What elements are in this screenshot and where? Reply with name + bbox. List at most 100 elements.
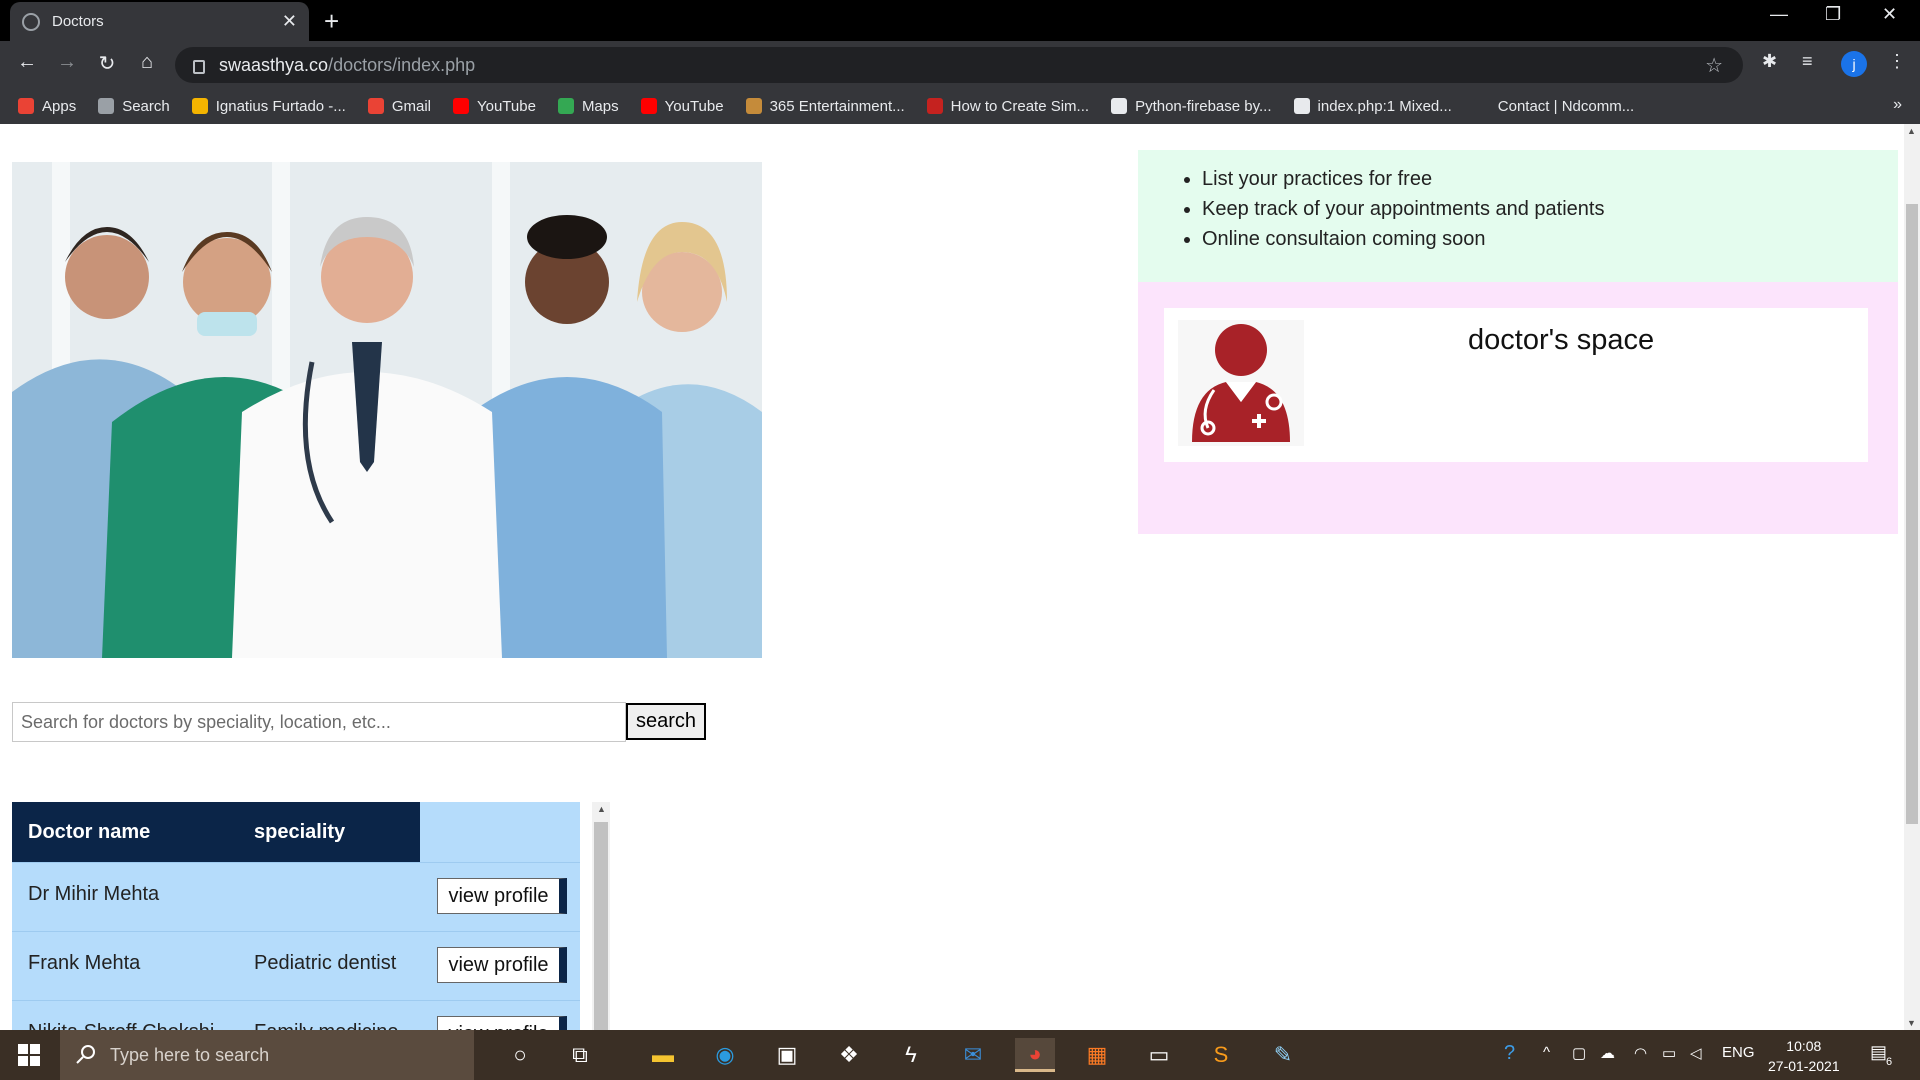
volume-icon[interactable]: ◁ [1690,1044,1702,1062]
device-icon[interactable]: ▢ [1572,1044,1586,1062]
table-header: Doctor name speciality [12,802,420,862]
doctor-search-input[interactable] [12,702,626,742]
menu-icon[interactable]: ⋮ [1888,51,1906,72]
browser-tab[interactable]: Doctors ✕ [10,2,309,41]
bookmark-star-icon[interactable]: ☆ [1705,53,1723,78]
store-icon[interactable]: ▣ [767,1038,807,1072]
scroll-up-icon[interactable]: ▲ [1907,126,1916,136]
globe-icon [1293,98,1310,114]
notifications-count: 6 [1886,1056,1893,1068]
bookmark-index-php[interactable]: index.php:1 Mixed... [1293,98,1452,115]
address-bar[interactable]: swaasthya.co/doctors/index.php ☆ [175,47,1743,83]
bookmark-maps[interactable]: Maps [557,98,619,115]
language-indicator[interactable]: ENG [1722,1044,1755,1061]
scroll-up-icon[interactable]: ▲ [597,804,606,814]
file-explorer-icon[interactable]: ▬ [643,1038,683,1072]
doctors-table: Doctor name speciality Dr Mihir Mehta vi… [12,802,580,1030]
doctor-name: Dr Mihir Mehta [28,883,160,905]
more-bookmarks-icon[interactable]: » [1893,96,1902,114]
terminal-icon[interactable]: ▭ [1139,1038,1179,1072]
bookmark-apps[interactable]: Apps [18,98,76,115]
features-panel: List your practices for free Keep track … [1138,150,1898,282]
media-control-icon[interactable]: ≡ [1802,51,1813,72]
close-window-button[interactable]: ✕ [1882,4,1897,25]
table-scrollbar[interactable]: ▲ [592,802,610,1030]
taskbar-search-box[interactable]: Type here to search [60,1030,474,1080]
chrome-icon[interactable]: ◕ [1015,1038,1055,1072]
windows-start-icon[interactable] [18,1044,40,1071]
bookmark-ignatius[interactable]: Ignatius Furtado -... [191,98,346,115]
view-profile-button[interactable]: view profile [437,947,567,983]
profile-avatar[interactable]: j [1841,51,1867,77]
windows-taskbar: Type here to search ○ ⧉ ▬ ◉ ▣ ❖ ϟ ✉ ◕ ▦ … [0,1030,1920,1080]
globe-icon [1111,98,1128,114]
cortana-icon[interactable]: ○ [500,1038,540,1072]
apps-grid-icon [18,98,34,114]
view-profile-button[interactable]: view profile [437,1016,567,1030]
battery-icon[interactable]: ▭ [1662,1044,1676,1062]
maps-icon [557,98,574,114]
app-icon[interactable]: ϟ [891,1038,931,1072]
search-button[interactable]: search [626,703,706,740]
home-button[interactable]: ⌂ [134,51,160,74]
taskbar-clock[interactable]: 10:08 27-01-2021 [1768,1036,1840,1076]
view-profile-button[interactable]: view profile [437,878,567,914]
doctors-hero-image [12,162,762,658]
globe-icon [22,12,40,31]
tab-title: Doctors [52,13,104,30]
bookmark-how-to-create[interactable]: How to Create Sim... [926,98,1089,115]
page-scroll-thumb[interactable] [1906,204,1918,824]
notifications-icon[interactable]: ▤ [1870,1042,1887,1063]
doctor-space-card[interactable]: doctor's space [1164,308,1868,462]
close-tab-icon[interactable]: ✕ [282,11,297,32]
minimize-button[interactable]: — [1770,4,1788,25]
search-icon [76,1044,96,1069]
column-header-speciality: speciality [254,821,346,843]
dropbox-icon[interactable]: ❖ [829,1038,869,1072]
reload-button[interactable]: ↻ [94,51,120,76]
doctor-space-panel: doctor's space [1138,282,1898,534]
onedrive-icon[interactable]: ☁ [1600,1044,1615,1062]
bookmark-365[interactable]: 365 Entertainment... [745,98,905,115]
browser-tab-strip: Doctors ✕ + — ❐ ✕ [0,0,1920,41]
taskbar-search-placeholder: Type here to search [110,1044,270,1065]
doctor-name: Nikita Shroff Chokshi [28,1021,214,1030]
bookmark-favicon [926,98,943,114]
paint-icon[interactable]: ✎ [1263,1038,1303,1072]
wifi-icon[interactable]: ◠ [1634,1044,1647,1062]
bookmark-gmail[interactable]: Gmail [367,98,431,115]
doctor-space-title: doctor's space [1468,324,1655,356]
bookmark-youtube-2[interactable]: YouTube [640,98,724,115]
doctor-speciality: Pediatric dentist [254,952,397,974]
new-tab-button[interactable]: + [324,6,339,37]
scroll-down-icon[interactable]: ▼ [1907,1018,1916,1028]
bookmark-favicon [745,98,762,114]
xampp-icon[interactable]: ▦ [1077,1038,1117,1072]
bookmark-contact[interactable]: Contact | Ndcomm... [1473,98,1634,115]
lock-icon [193,60,205,74]
doctor-speciality: Family medicine [254,1021,398,1030]
column-header-doctor-name: Doctor name [28,821,151,843]
edge-icon[interactable]: ◉ [705,1038,745,1072]
bookmark-search[interactable]: Search [98,98,170,115]
sublime-text-icon[interactable]: S [1201,1038,1241,1072]
gmail-icon [367,98,384,114]
back-button[interactable]: ← [14,51,40,74]
task-view-icon[interactable]: ⧉ [560,1038,600,1072]
doctor-icon-graphic [1192,324,1290,442]
bookmark-python-firebase[interactable]: Python-firebase by... [1111,98,1272,115]
clock-date: 27-01-2021 [1768,1058,1840,1074]
doctors-group-illustration [12,162,762,658]
forward-button[interactable]: → [54,51,80,74]
chevron-up-icon[interactable]: ^ [1543,1044,1550,1061]
mail-icon[interactable]: ✉ [953,1038,993,1072]
extensions-icon[interactable]: ✱ [1762,51,1777,72]
page-scrollbar[interactable]: ▲ ▼ [1904,124,1920,1030]
restore-button[interactable]: ❐ [1825,4,1841,25]
help-icon[interactable]: ? [1504,1042,1515,1065]
bookmarks-bar: Apps Search Ignatius Furtado -... Gmail … [0,88,1920,124]
doctor-name: Frank Mehta [28,952,141,974]
url-host: swaasthya.co [219,54,329,75]
table-scroll-thumb[interactable] [594,822,608,1030]
bookmark-youtube[interactable]: YouTube [452,98,536,115]
